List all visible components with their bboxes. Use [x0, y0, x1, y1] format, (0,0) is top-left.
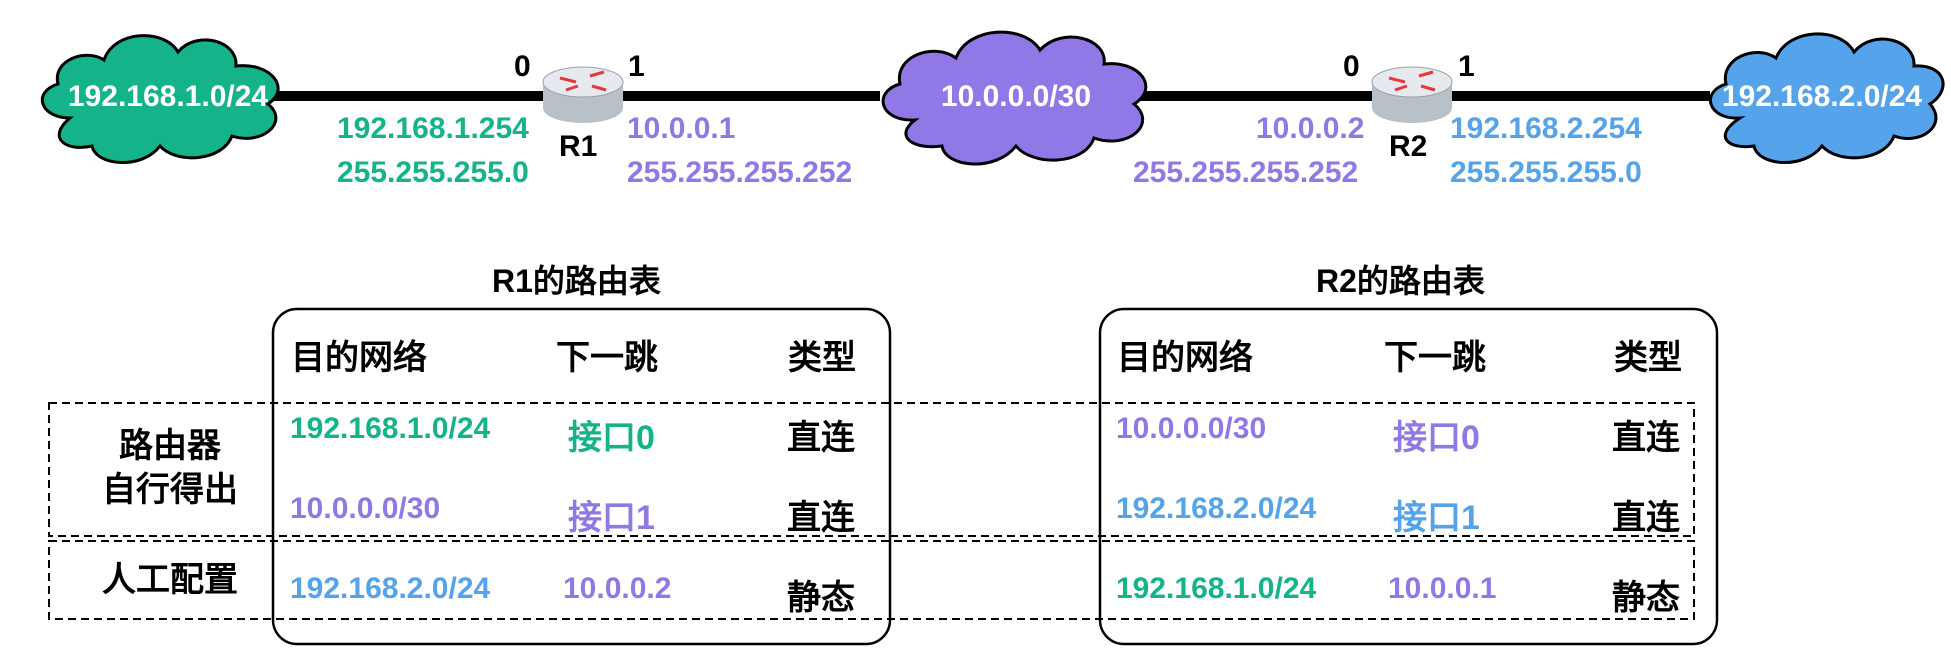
r1-row2-next: 10.0.0.2 [563, 572, 672, 605]
r1-header-next: 下一跳 [556, 339, 658, 377]
r1-if1-mask: 255.255.255.252 [627, 156, 853, 189]
r2-header-next: 下一跳 [1384, 339, 1486, 377]
r2-row0-type: 直连 [1612, 419, 1680, 457]
r1-port1-label: 1 [628, 50, 645, 83]
r2-if1-mask: 255.255.255.0 [1450, 156, 1642, 189]
r1-row1-dest: 10.0.0.0/30 [290, 492, 441, 525]
router-r2-icon [1371, 66, 1453, 123]
r1-header-type: 类型 [788, 339, 856, 377]
r1-row0-type: 直连 [787, 419, 855, 457]
r1-if1-ip: 10.0.0.1 [627, 112, 736, 145]
r2-row2-next: 10.0.0.1 [1388, 572, 1497, 605]
auto-group-label-line1: 路由器 [119, 427, 221, 465]
r1-row2-type: 静态 [787, 579, 855, 617]
router-r1-icon [542, 66, 624, 123]
r2-row2-dest: 192.168.1.0/24 [1116, 572, 1317, 605]
cloud-net1-label: 192.168.1.0/24 [67, 80, 269, 113]
r2-if0-ip: 10.0.0.2 [1256, 112, 1365, 145]
r2-table-title: R2的路由表 [1316, 263, 1485, 299]
r2-row1-next: 接口1 [1393, 499, 1480, 537]
r1-row0-dest: 192.168.1.0/24 [290, 412, 491, 445]
r1-header-dest: 目的网络 [291, 339, 427, 377]
auto-group-label: 路由器 自行得出 [90, 424, 250, 512]
r2-if1-ip: 192.168.2.254 [1450, 112, 1642, 145]
r2-header-type: 类型 [1614, 339, 1682, 377]
r1-table-title: R1的路由表 [492, 263, 661, 299]
cloud-net2-label: 10.0.0.0/30 [940, 80, 1092, 113]
cloud-net3-label: 192.168.2.0/24 [1721, 80, 1923, 113]
r2-row0-next: 接口0 [1393, 419, 1480, 457]
r1-if0-ip: 192.168.1.254 [337, 112, 529, 145]
r2-row1-type: 直连 [1612, 499, 1680, 537]
r2-name: R2 [1389, 130, 1428, 163]
r2-header-dest: 目的网络 [1117, 339, 1253, 377]
r2-row1-dest: 192.168.2.0/24 [1116, 492, 1317, 525]
r2-row2-type: 静态 [1612, 579, 1680, 617]
manual-group-label: 人工配置 [102, 561, 238, 599]
auto-group-label-line2: 自行得出 [102, 471, 238, 509]
r1-row1-next: 接口1 [568, 499, 655, 537]
r1-port0-label: 0 [514, 50, 531, 83]
r2-if0-mask: 255.255.255.252 [1133, 156, 1359, 189]
r2-port0-label: 0 [1343, 50, 1360, 83]
r1-row2-dest: 192.168.2.0/24 [290, 572, 491, 605]
r1-if0-mask: 255.255.255.0 [337, 156, 529, 189]
r2-port1-label: 1 [1458, 50, 1475, 83]
r2-row0-dest: 10.0.0.0/30 [1116, 412, 1267, 445]
r1-name: R1 [559, 130, 598, 163]
r1-row0-next: 接口0 [568, 419, 655, 457]
r1-row1-type: 直连 [787, 499, 855, 537]
